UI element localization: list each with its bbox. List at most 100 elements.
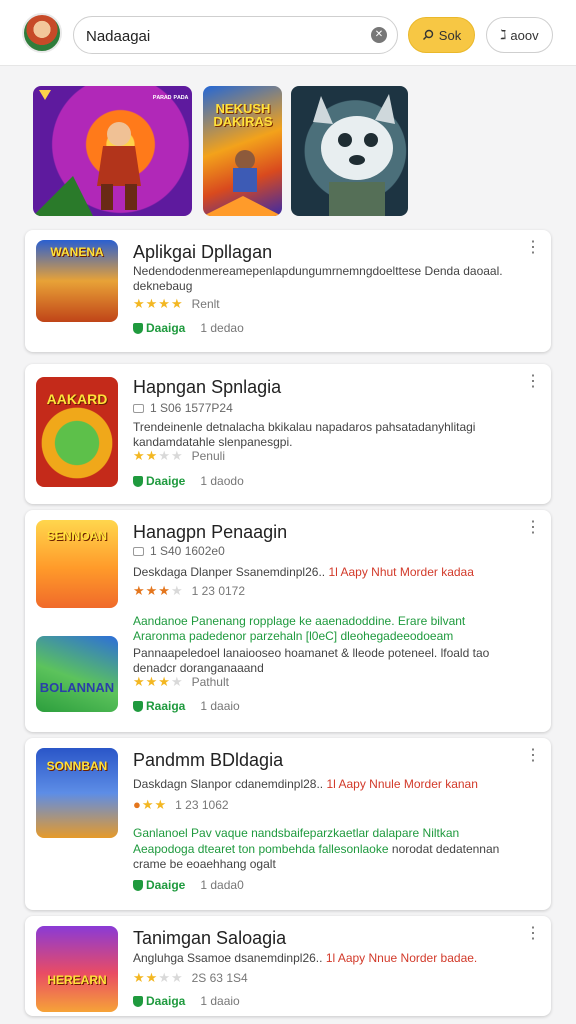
- app-meta: 1 S06 1577P24: [133, 401, 233, 415]
- shield-icon: [133, 475, 143, 487]
- rating: ★★★★ Renlt: [133, 296, 220, 312]
- app-icon: SENNOAN: [36, 520, 118, 608]
- install-row: Raaiga 1 daaio: [133, 699, 240, 713]
- app-description-text: Daskdagn Slanpor cdanemdinpl28..: [133, 777, 324, 791]
- app-icon: WANENA: [36, 240, 118, 322]
- more-options-icon[interactable]: ⋮: [525, 240, 541, 256]
- app-feature-line: Aeapodoga dtearet ton pombehda fallesonl…: [133, 842, 499, 856]
- more-options-icon[interactable]: ⋮: [525, 374, 541, 390]
- app-card[interactable]: WANENA Aplikgai Dpllagan Nedendodenmerea…: [25, 230, 551, 352]
- app-description: Nedendodenmereamepenlapdungumrnemngdoelt…: [133, 264, 503, 278]
- app-card[interactable]: SENNOAN Hanagpn Penaagin 1 S40 1602e0 De…: [25, 510, 551, 732]
- rating-stars: ★★★★: [133, 970, 184, 985]
- install-row: Daaige 1 dada0: [133, 878, 244, 892]
- app-description-text: Angluhga Ssamoe dsanemdinpl26..: [133, 951, 323, 965]
- rating-label: Penuli: [191, 449, 225, 463]
- device-icon: [133, 403, 144, 413]
- app-description-text: Deskdaga Dlanper Ssanemdinpl26..: [133, 565, 326, 579]
- install-badge[interactable]: Daaiga: [133, 994, 185, 1008]
- search-icon: [422, 29, 433, 40]
- app-size: 1 daaio: [200, 994, 240, 1008]
- shield-icon: [133, 995, 143, 1007]
- avatar[interactable]: [22, 13, 62, 53]
- rating-stars: ★★★★: [133, 448, 184, 463]
- install-badge-label: Raaiga: [146, 699, 186, 713]
- rating: ★★★★ 1 23 0172: [133, 583, 245, 599]
- rating-label: Pathult: [191, 675, 229, 689]
- clear-icon[interactable]: ✕: [371, 27, 387, 43]
- app-size: 1 dada0: [200, 878, 244, 892]
- app-title: Tanimgan Saloagia: [133, 928, 287, 948]
- install-badge[interactable]: Raaiga: [133, 699, 185, 713]
- search-button[interactable]: Sok: [408, 17, 475, 53]
- rating-stars: ●★★: [133, 797, 168, 812]
- install-row: Daaige 1 daodo: [133, 474, 244, 488]
- app-title: Aplikgai Dpllagan: [133, 242, 273, 262]
- rating-label: 1 23 0172: [191, 584, 246, 598]
- app-description: Deskdaga Dlanper Ssanemdinpl26.. 1l Aapy…: [133, 565, 474, 579]
- app-size: 1 daaio: [200, 699, 240, 713]
- shield-icon: [133, 700, 143, 712]
- app-description: Angluhga Ssamoe dsanemdinpl26.. 1l Aapy …: [133, 951, 477, 965]
- install-badge-label: Daaiga: [146, 321, 186, 335]
- featured-banner-3[interactable]: [291, 86, 408, 216]
- rating-label: 2S 63 1S4: [191, 971, 248, 985]
- search-button-label: Sok: [438, 27, 462, 43]
- app-description-cont: deknebaug: [133, 279, 193, 293]
- app-icon-secondary: BOLANNAN: [36, 636, 118, 712]
- app-meta-text: 1 S06 1577P24: [150, 401, 233, 415]
- app-icon-text: SENNOAN: [46, 529, 107, 543]
- app-icon: AAKARD: [36, 377, 118, 487]
- install-badge[interactable]: Daaige: [133, 474, 185, 488]
- app-description-cont: denadcr doranganaaand: [133, 661, 264, 675]
- app-size: 1 daodo: [200, 474, 244, 488]
- info-icon: ℷ: [500, 27, 507, 42]
- rating: ★★★★ 2S 63 1S4: [133, 970, 248, 986]
- rating-secondary: ★★★★ Pathult: [133, 674, 229, 690]
- app-card[interactable]: AAKARD Hapngan Spnlagia 1 S06 1577P24 Tr…: [25, 364, 551, 504]
- app-title: Hapngan Spnlagia: [133, 377, 282, 397]
- more-options-icon[interactable]: ⋮: [525, 748, 541, 764]
- banner-3-hero-art: [313, 94, 395, 216]
- rating: ●★★ 1 23 1062: [133, 797, 229, 813]
- about-button[interactable]: ℷ aoov: [486, 17, 553, 53]
- top-bar: Nadaagai ✕ Sok ℷ aoov: [0, 0, 576, 66]
- app-card[interactable]: SONNBAN Pandmm BDldagia Daskdagn Slanpor…: [25, 738, 551, 910]
- app-icon-text: HEREARN: [47, 973, 107, 987]
- more-options-icon[interactable]: ⋮: [525, 926, 541, 942]
- app-icon: SONNBAN: [36, 748, 118, 838]
- app-feature-text: Aeapodoga dtearet ton pombehda fallesonl…: [133, 842, 389, 856]
- rating-label: 1 23 1062: [175, 798, 229, 812]
- about-button-label: aoov: [510, 27, 539, 43]
- app-feature-tail: norodat dedatennan: [391, 842, 500, 856]
- more-options-icon[interactable]: ⋮: [525, 520, 541, 536]
- install-badge-label: Daaiga: [146, 994, 186, 1008]
- app-description-cont: Pannaapeledoel lanaiooseo hoamanet & lle…: [133, 646, 490, 660]
- app-icon-text: SONNBAN: [46, 759, 108, 773]
- install-badge[interactable]: Daaiga: [133, 321, 185, 335]
- shield-icon: [133, 322, 143, 334]
- app-feature-line: Aandanoe Panenang ropplage ke aaenadoddi…: [133, 614, 466, 628]
- app-title: Hanagpn Penaagin: [133, 522, 288, 542]
- app-description-highlight: 1l Aapy Nnule Morder kanan: [326, 777, 478, 791]
- rating-stars: ★★★★: [133, 674, 184, 689]
- rating-stars: ★★★★: [133, 296, 184, 311]
- search-input[interactable]: Nadaagai ✕: [73, 16, 398, 54]
- search-input-value: Nadaagai: [86, 28, 151, 45]
- install-row: Daaiga 1 daaio: [133, 994, 240, 1008]
- rating: ★★★★ Penuli: [133, 448, 225, 464]
- featured-banner-1[interactable]: ᴾᴬᴿᴬᴰ ᴾᴬᴰᴬ: [33, 86, 192, 216]
- install-badge[interactable]: Daaige: [133, 878, 185, 892]
- rating-stars: ★★★★: [133, 583, 184, 598]
- app-card[interactable]: HEREARN Tanimgan Saloagia Angluhga Ssamo…: [25, 916, 551, 1016]
- app-icon-text: WANENA: [50, 245, 104, 259]
- app-size: 1 dedao: [200, 321, 244, 335]
- banner-2-hero-art: [203, 150, 282, 216]
- app-description-highlight: 1l Aapy Nhut Morder kadaa: [328, 565, 474, 579]
- featured-banner-2[interactable]: NEKUSH DAKIRAS: [203, 86, 282, 216]
- app-description: Daskdagn Slanpor cdanemdinpl28.. 1l Aapy…: [133, 777, 478, 791]
- install-row: Daaiga 1 dedao: [133, 321, 244, 335]
- install-badge-label: Daaige: [146, 878, 186, 892]
- app-meta-text: 1 S40 1602e0: [150, 544, 225, 558]
- app-icon-text: BOLANNAN: [39, 680, 115, 695]
